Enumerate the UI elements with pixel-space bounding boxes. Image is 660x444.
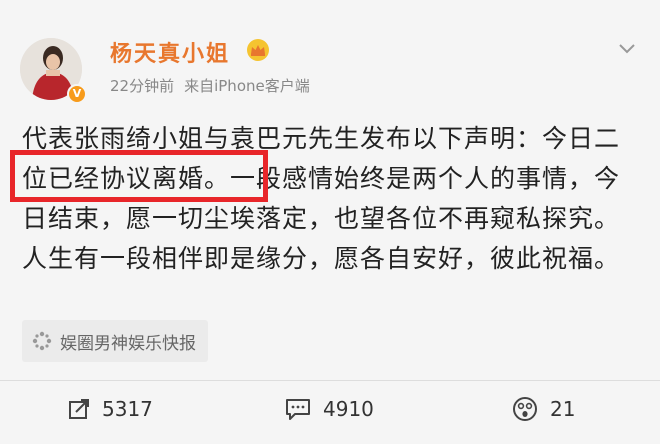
verified-badge-icon: V — [67, 84, 87, 104]
surprised-face-icon — [513, 397, 537, 421]
post-text: 代表张雨绮小姐与袁巴元先生发布以下声明：今日二位已经协议离婚。一段感情始终是两个… — [22, 124, 621, 273]
sparkle-icon — [32, 331, 52, 351]
repost-count: 5317 — [102, 397, 153, 421]
chevron-down-icon[interactable] — [618, 42, 636, 56]
username[interactable]: 杨天真小姐 — [110, 36, 230, 68]
repost-button[interactable]: 5317 — [68, 393, 153, 425]
comment-icon — [286, 399, 310, 420]
reaction-count: 21 — [550, 397, 576, 421]
crown-icon[interactable] — [246, 39, 270, 61]
divider — [0, 380, 660, 381]
comment-button[interactable]: 4910 — [285, 393, 374, 425]
repost-icon — [69, 399, 89, 419]
post-meta: 22分钟前 来自iPhone客户端 — [110, 75, 320, 96]
weibo-post-card: V 杨天真小姐 22分钟前 来自iPhone客户端 代表张雨绮小姐与袁巴元先生发布… — [0, 0, 660, 444]
source-tag[interactable]: 娱圈男神娱乐快报 — [22, 320, 208, 362]
comment-count: 4910 — [323, 397, 374, 421]
reaction-button[interactable]: 21 — [512, 393, 575, 425]
post-time: 22分钟前 — [110, 77, 175, 95]
source-tag-label: 娱圈男神娱乐快报 — [60, 333, 196, 354]
post-source: 来自iPhone客户端 — [184, 77, 310, 95]
